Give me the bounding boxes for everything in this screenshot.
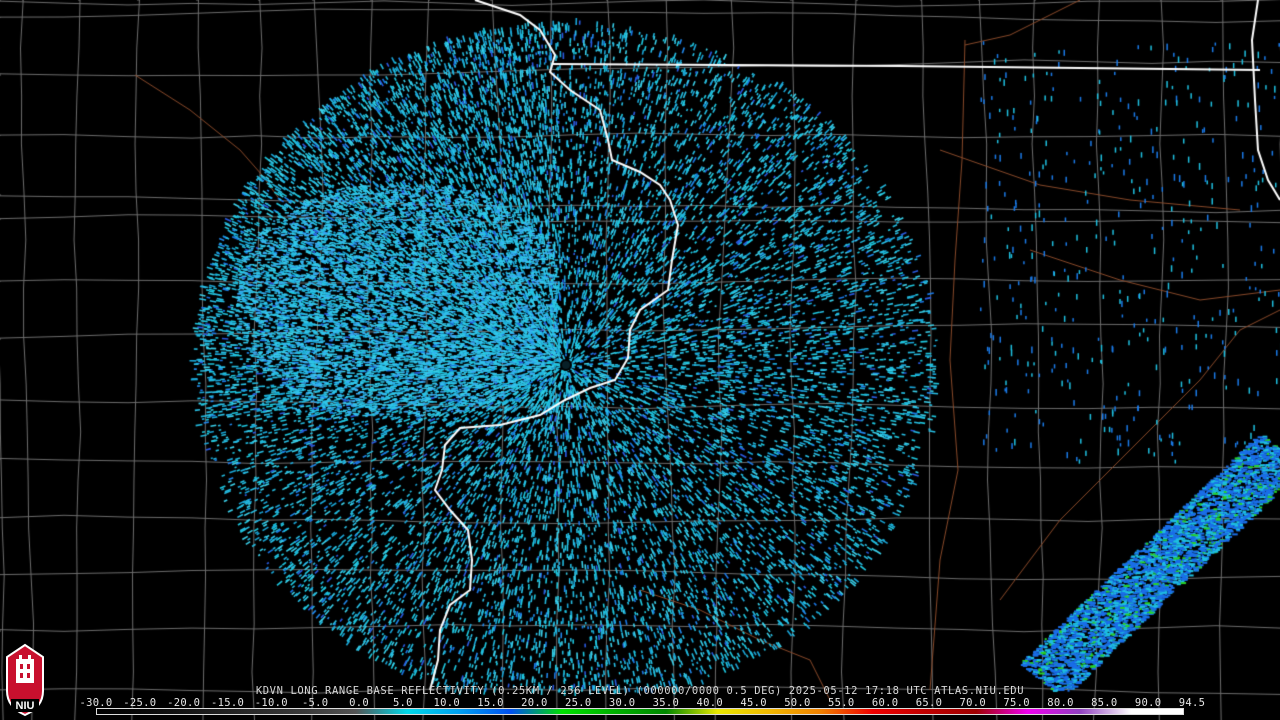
niu-logo: NIU <box>6 643 44 717</box>
product-caption: KDVN LONG RANGE BASE REFLECTIVITY (0.25K… <box>255 685 1025 697</box>
niu-logo-text: NIU <box>16 700 35 712</box>
radar-map-canvas <box>0 0 1280 720</box>
reflectivity-colorbar <box>96 708 1184 715</box>
